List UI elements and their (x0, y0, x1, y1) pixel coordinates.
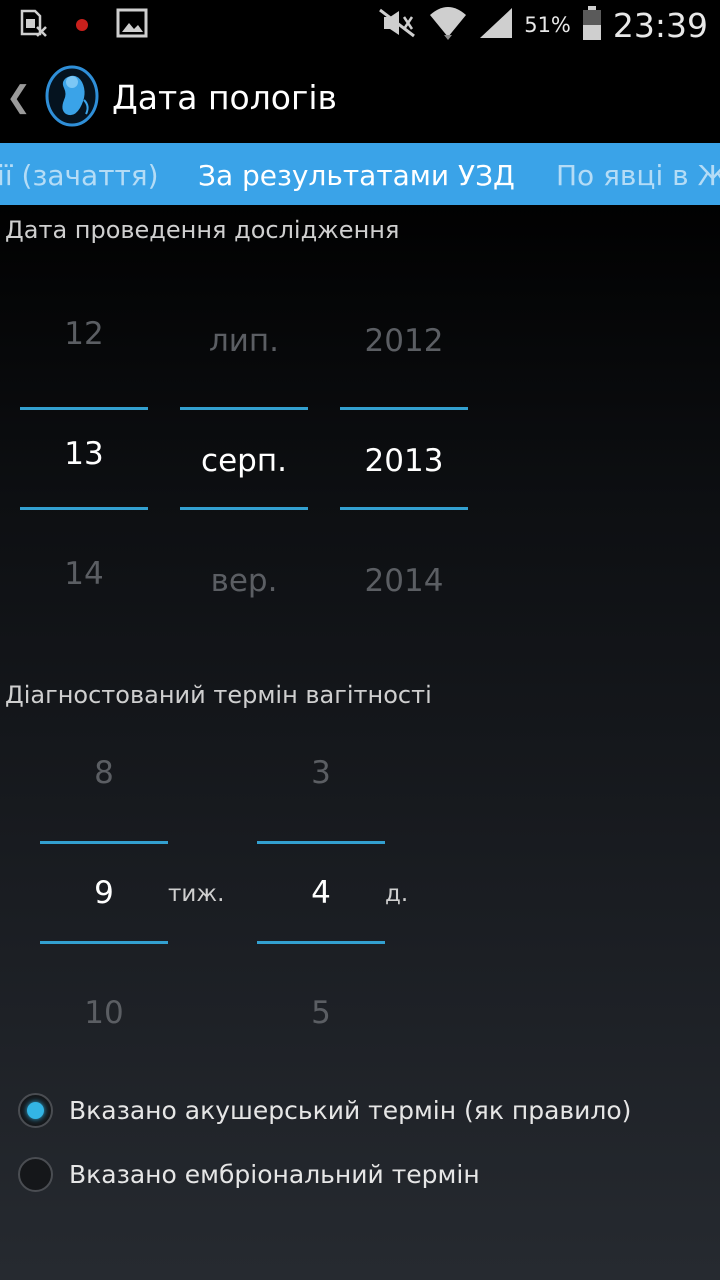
picker-selected-value[interactable]: 13 (20, 436, 148, 472)
recording-dot-icon (76, 19, 88, 31)
picker-next-value[interactable]: 5 (257, 995, 385, 1031)
gestation-label: Діагностований термін вагітності (5, 681, 432, 709)
picker-divider (20, 407, 148, 410)
radio-label: Вказано ембріональний термін (69, 1159, 480, 1189)
tab-ultrasound[interactable]: За результатами УЗД (198, 159, 515, 192)
picker-prev-value[interactable]: 3 (257, 755, 385, 791)
picker-divider (40, 841, 168, 844)
picker-selected-value[interactable]: 2013 (340, 443, 468, 479)
radio-obstetric-term[interactable]: Вказано акушерський термін (як правило) (18, 1090, 631, 1130)
tab-clinic-visit[interactable]: По явці в Ж (556, 159, 720, 192)
fetus-icon[interactable] (44, 64, 100, 128)
clock: 23:39 (612, 5, 708, 45)
picker-divider (180, 507, 308, 510)
status-bar: 51% 23:39 (0, 0, 720, 50)
radio-label: Вказано акушерський термін (як правило) (69, 1095, 632, 1125)
days-picker[interactable]: 3 4 5 (257, 740, 385, 1060)
picker-next-value[interactable]: 2014 (340, 563, 468, 599)
picker-selected-value[interactable]: 4 (257, 875, 385, 911)
picker-divider (340, 407, 468, 410)
battery-percent: 51% (524, 13, 571, 37)
signal-icon (478, 6, 514, 44)
month-picker[interactable]: лип. серп. вер. (180, 300, 308, 620)
picker-prev-value[interactable]: 12 (20, 316, 148, 352)
weeks-unit-label: тиж. (168, 881, 225, 907)
radio-button-checked[interactable] (18, 1092, 53, 1128)
picker-next-value[interactable]: 10 (40, 995, 168, 1031)
picker-next-value[interactable]: 14 (20, 556, 148, 592)
picker-selected-value[interactable]: серп. (180, 443, 308, 479)
picker-divider (20, 507, 148, 510)
image-icon (116, 7, 148, 43)
picker-prev-value[interactable]: 8 (40, 755, 168, 791)
mute-icon (378, 8, 418, 42)
picker-selected-value[interactable]: 9 (40, 875, 168, 911)
radio-embryonic-term[interactable]: Вказано ембріональний термін (18, 1154, 480, 1194)
picker-divider (180, 407, 308, 410)
year-picker[interactable]: 2012 2013 2014 (340, 300, 468, 620)
battery-icon (581, 5, 603, 45)
picker-divider (257, 941, 385, 944)
picker-next-value[interactable]: вер. (180, 563, 308, 599)
back-button[interactable]: ❮ (6, 80, 31, 115)
weeks-picker[interactable]: 8 9 10 (40, 740, 168, 1060)
tab-conception[interactable]: ції (зачаття) (0, 159, 159, 192)
picker-prev-value[interactable]: лип. (180, 323, 308, 359)
picker-prev-value[interactable]: 2012 (340, 323, 468, 359)
wifi-icon (428, 5, 468, 45)
action-bar: ❮ Дата пологів (0, 50, 720, 143)
days-unit-label: д. (385, 881, 409, 907)
day-picker[interactable]: 12 13 14 (20, 300, 148, 620)
exam-date-label: Дата проведення дослідження (5, 216, 400, 244)
tab-strip: ції (зачаття) За результатами УЗД По явц… (0, 143, 720, 205)
sim-card-icon (18, 8, 48, 42)
page-title: Дата пологів (112, 78, 337, 117)
picker-divider (40, 941, 168, 944)
picker-divider (340, 507, 468, 510)
picker-divider (257, 841, 385, 844)
radio-button-unchecked[interactable] (18, 1156, 53, 1192)
